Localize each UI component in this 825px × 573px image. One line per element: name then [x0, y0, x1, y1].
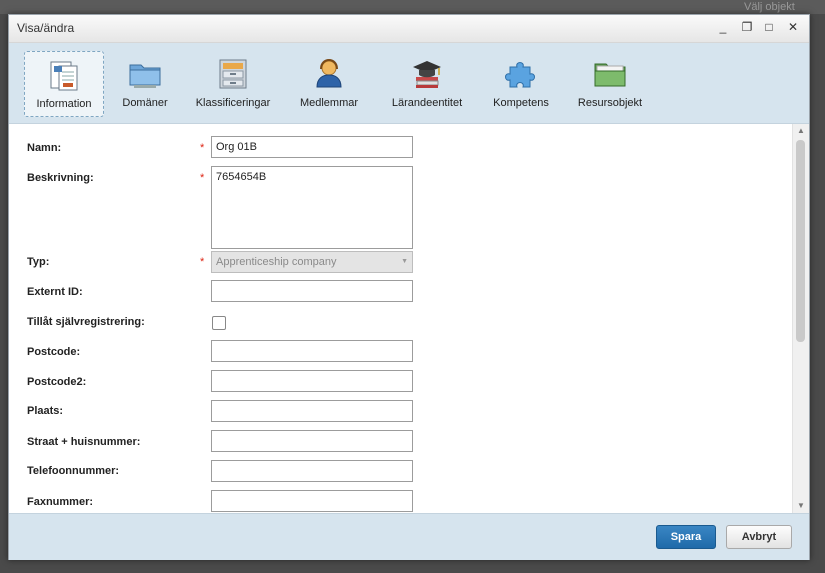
required-marker: *: [200, 142, 205, 154]
external-id-input[interactable]: [211, 280, 413, 302]
restore-icon[interactable]: ❐: [739, 19, 755, 35]
self-registration-label: Tillåt självregistrering:: [27, 316, 145, 328]
type-select[interactable]: Apprenticeship company ▼: [211, 251, 413, 273]
filing-cabinet-icon: [219, 59, 247, 89]
description-label: Beskrivning:: [27, 172, 94, 184]
type-select-value: Apprenticeship company: [216, 256, 337, 268]
description-textarea[interactable]: 7654654B: [211, 166, 413, 249]
vertical-scrollbar[interactable]: ▲ ▼: [792, 124, 809, 513]
view-edit-dialog: Visa/ändra _ ❐ □ ✕ Information Domäner K…: [8, 14, 810, 560]
tab-members[interactable]: Medlemmar: [294, 51, 364, 115]
required-marker: *: [200, 256, 205, 268]
tab-label: Klassificeringar: [195, 97, 271, 109]
name-label: Namn:: [27, 142, 62, 154]
street-input[interactable]: [211, 430, 413, 452]
tab-label: Medlemmar: [299, 97, 359, 109]
form-area: Namn: * Org 01B Beskrivning: * 7654654B …: [9, 124, 809, 513]
tab-competence[interactable]: Kompetens: [486, 51, 556, 115]
tab-resource-objects[interactable]: Resursobjekt: [571, 51, 649, 115]
tab-toolbar: Information Domäner Klassificeringar Med…: [9, 43, 809, 124]
self-registration-checkbox[interactable]: [212, 316, 226, 330]
minimize-icon[interactable]: _: [715, 19, 731, 35]
tab-label: Kompetens: [493, 97, 549, 109]
members-icon: [316, 58, 342, 88]
tab-label: Domäner: [122, 97, 168, 109]
scroll-thumb[interactable]: [796, 140, 805, 342]
puzzle-icon: [505, 62, 535, 88]
tab-information[interactable]: Information: [24, 51, 104, 117]
required-marker: *: [200, 172, 205, 184]
tab-domains[interactable]: Domäner: [115, 51, 175, 115]
place-label: Plaats:: [27, 405, 64, 417]
external-id-label: Externt ID:: [27, 286, 83, 298]
backdrop: Välj objekt: [0, 0, 825, 14]
place-input[interactable]: [211, 400, 413, 422]
dialog-footer: Spara Avbryt: [9, 513, 809, 560]
tab-learning-entity[interactable]: Lärandeentitet: [383, 51, 471, 115]
folder-icon: [129, 64, 161, 88]
titlebar: Visa/ändra _ ❐ □ ✕: [9, 15, 809, 43]
postcode-label: Postcode:: [27, 346, 81, 358]
phone-label: Telefoonnummer:: [27, 465, 120, 477]
graduation-books-icon: [413, 61, 441, 88]
green-folder-icon: [594, 63, 626, 87]
information-icon: [50, 61, 78, 91]
tab-label: Resursobjekt: [577, 97, 643, 109]
postcode-input[interactable]: [211, 340, 413, 362]
tab-label: Information: [36, 98, 92, 110]
scroll-down-arrow-icon[interactable]: ▼: [793, 499, 809, 513]
fax-input[interactable]: [211, 490, 413, 512]
phone-input[interactable]: [211, 460, 413, 482]
dialog-title: Visa/ändra: [17, 21, 75, 35]
cancel-button[interactable]: Avbryt: [726, 525, 792, 549]
street-label: Straat + huisnummer:: [27, 436, 141, 448]
maximize-icon[interactable]: □: [761, 19, 777, 35]
tab-classifications[interactable]: Klassificeringar: [187, 51, 279, 115]
scroll-up-arrow-icon[interactable]: ▲: [793, 124, 809, 138]
close-icon[interactable]: ✕: [785, 19, 801, 35]
fax-label: Faxnummer:: [27, 496, 94, 508]
chevron-down-icon: ▼: [401, 258, 408, 265]
tab-label: Lärandeentitet: [391, 97, 463, 109]
postcode2-input[interactable]: [211, 370, 413, 392]
postcode2-label: Postcode2:: [27, 376, 87, 388]
save-button[interactable]: Spara: [656, 525, 716, 549]
name-input[interactable]: Org 01B: [211, 136, 413, 158]
backdrop-text: Välj objekt: [744, 1, 795, 13]
type-label: Typ:: [27, 256, 50, 268]
